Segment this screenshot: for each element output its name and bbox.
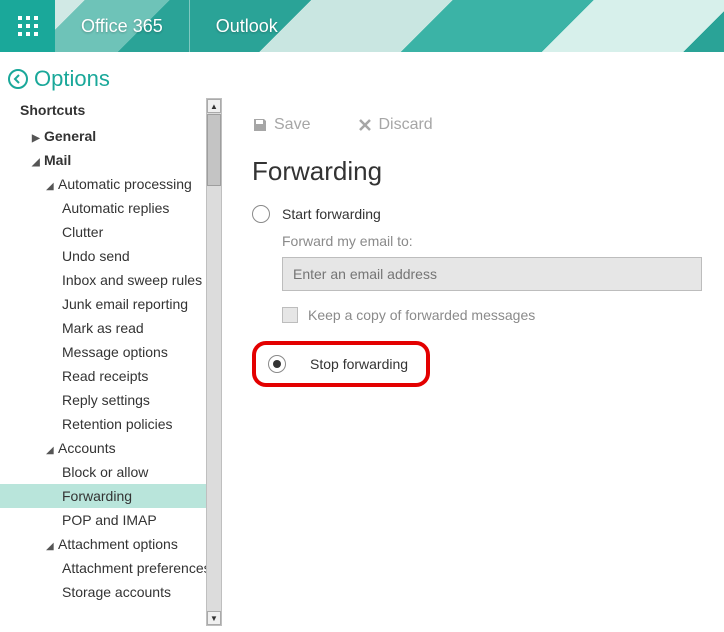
back-arrow-icon [8, 69, 28, 89]
sidebar-item-automatic-processing[interactable]: ◢Automatic processing [20, 172, 206, 196]
sidebar-item-storage-accounts[interactable]: Storage accounts [20, 580, 206, 604]
save-icon [252, 117, 268, 133]
page-title: Forwarding [252, 156, 712, 187]
sidebar-item-retention-policies[interactable]: Retention policies [20, 412, 206, 436]
sidebar-item-mail[interactable]: ◢Mail [20, 148, 206, 172]
options-label: Options [34, 66, 110, 92]
stop-forwarding-option[interactable]: Stop forwarding [268, 355, 408, 373]
sidebar-item-block-or-allow[interactable]: Block or allow [20, 460, 206, 484]
sidebar-item-reply-settings[interactable]: Reply settings [20, 388, 206, 412]
sidebar-item-junk-reporting[interactable]: Junk email reporting [20, 292, 206, 316]
keep-copy-option[interactable]: Keep a copy of forwarded messages [282, 307, 712, 323]
toolbar: Save Discard [252, 116, 712, 134]
start-forwarding-option[interactable]: Start forwarding [252, 205, 712, 223]
sidebar-item-forwarding[interactable]: Forwarding [0, 484, 206, 508]
sidebar-item-clutter[interactable]: Clutter [20, 220, 206, 244]
sidebar-item-read-receipts[interactable]: Read receipts [20, 364, 206, 388]
discard-button[interactable]: Discard [358, 116, 432, 134]
checkbox-unchecked-icon [282, 307, 298, 323]
sidebar: Shortcuts ▶General ◢Mail ◢Automatic proc… [0, 98, 206, 626]
sidebar-item-general[interactable]: ▶General [20, 124, 206, 148]
app-launcher-button[interactable] [0, 0, 55, 52]
discard-icon [358, 118, 372, 132]
save-button[interactable]: Save [252, 116, 310, 134]
sidebar-item-attachment-preferences[interactable]: Attachment preferences [20, 556, 206, 580]
app-header: Office 365 Outlook [0, 0, 724, 52]
sidebar-item-undo-send[interactable]: Undo send [20, 244, 206, 268]
sidebar-title: Shortcuts [20, 98, 206, 124]
radio-checked-icon [268, 355, 286, 373]
sidebar-scrollbar[interactable]: ▲ ▼ [206, 98, 222, 626]
brand-office365[interactable]: Office 365 [55, 16, 189, 37]
start-forwarding-label: Start forwarding [282, 206, 381, 222]
sidebar-item-pop-imap[interactable]: POP and IMAP [20, 508, 206, 532]
radio-unchecked-icon [252, 205, 270, 223]
stop-forwarding-label: Stop forwarding [310, 356, 408, 372]
waffle-icon [18, 16, 38, 36]
sidebar-item-message-options[interactable]: Message options [20, 340, 206, 364]
scroll-down-icon[interactable]: ▼ [207, 611, 221, 625]
scroll-up-icon[interactable]: ▲ [207, 99, 221, 113]
brand-outlook[interactable]: Outlook [189, 0, 304, 52]
sidebar-item-accounts[interactable]: ◢Accounts [20, 436, 206, 460]
keep-copy-label: Keep a copy of forwarded messages [308, 307, 535, 323]
scroll-thumb[interactable] [207, 114, 221, 186]
forward-email-input[interactable] [282, 257, 702, 291]
sidebar-item-automatic-replies[interactable]: Automatic replies [20, 196, 206, 220]
stop-forwarding-highlight: Stop forwarding [252, 341, 430, 387]
sidebar-item-mark-as-read[interactable]: Mark as read [20, 316, 206, 340]
options-back[interactable]: Options [0, 52, 724, 98]
forward-to-label: Forward my email to: [282, 233, 712, 249]
main-content: Save Discard Forwarding Start forwarding… [222, 98, 724, 626]
sidebar-item-attachment-options[interactable]: ◢Attachment options [20, 532, 206, 556]
sidebar-item-inbox-rules[interactable]: Inbox and sweep rules [20, 268, 206, 292]
